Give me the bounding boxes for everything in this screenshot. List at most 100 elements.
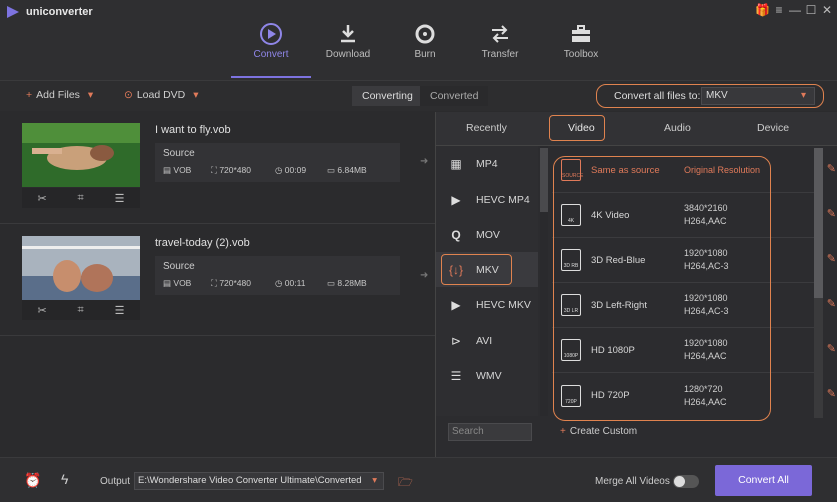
nav-label: Transfer bbox=[481, 49, 519, 60]
minimize-icon[interactable]: — bbox=[788, 3, 802, 17]
arrow-right-icon: ➜ bbox=[420, 156, 429, 167]
maximize-icon[interactable]: ☐ bbox=[804, 3, 818, 17]
panel-tabs: Recently Video Audio Device bbox=[436, 112, 837, 146]
close-icon[interactable]: ✕ bbox=[820, 3, 834, 17]
nav-label: Burn bbox=[414, 49, 436, 60]
transfer-icon bbox=[492, 25, 508, 43]
bottom-bar: ⏰ ϟ Output E:\Wondershare Video Converte… bbox=[0, 457, 837, 502]
film-icon: ▦ bbox=[450, 156, 462, 171]
preset-scrollbar[interactable] bbox=[814, 148, 823, 418]
mkv-highlight bbox=[441, 254, 512, 285]
dvd-icon: ⊙ bbox=[124, 89, 133, 101]
format-hevc-mp4[interactable]: ▶ HEVC MP4 bbox=[436, 182, 538, 217]
edit-icon[interactable]: ✎ bbox=[827, 162, 836, 175]
nav-toolbox[interactable]: Toolbox bbox=[541, 22, 621, 78]
chevron-down-icon: ▾ bbox=[87, 89, 94, 101]
resolution-value: ⛶ 720*480 bbox=[211, 278, 251, 288]
convert-all-label: Convert all files to: bbox=[614, 90, 701, 102]
merge-toggle[interactable] bbox=[673, 475, 699, 488]
menu-icon[interactable]: ≡ bbox=[772, 3, 786, 17]
create-custom-button[interactable]: + Create Custom bbox=[560, 426, 637, 437]
title-bar: uniconverter 🎁 ≡ — ☐ ✕ Convert Download … bbox=[0, 0, 837, 80]
format-hevc-mkv[interactable]: ▶ HEVC MKV bbox=[436, 287, 538, 322]
format-mov[interactable]: Q MOV bbox=[436, 217, 538, 252]
arrow-right-icon: ➜ bbox=[420, 270, 429, 281]
source-label: Source bbox=[163, 148, 195, 159]
nav-convert[interactable]: Convert bbox=[231, 22, 311, 78]
convert-all-button[interactable]: Convert All bbox=[715, 465, 812, 496]
alarm-clock-icon[interactable]: ⏰ bbox=[24, 472, 41, 489]
tab-converting[interactable]: Converting bbox=[352, 86, 423, 106]
format-search-input[interactable]: Search bbox=[448, 423, 532, 441]
tab-recently[interactable]: Recently bbox=[466, 122, 507, 134]
app-name: uniconverter bbox=[26, 6, 93, 18]
plus-icon: + bbox=[560, 426, 566, 437]
toolbox-icon bbox=[572, 25, 590, 42]
file-row[interactable]: ✂ ⌗ ☰ I want to fly.vob Source ▤ VOB ⛶ 720… bbox=[0, 112, 435, 224]
edit-icon[interactable]: ✎ bbox=[827, 342, 836, 355]
nav-label: Download bbox=[325, 49, 371, 60]
lightning-icon[interactable]: ϟ bbox=[61, 471, 68, 487]
nav-burn[interactable]: Burn bbox=[385, 22, 465, 78]
resolution-value: ⛶ 720*480 bbox=[211, 165, 251, 175]
format-wmv[interactable]: ☰ WMV bbox=[436, 358, 538, 393]
source-label: Source bbox=[163, 261, 195, 272]
edit-icon[interactable]: ✎ bbox=[827, 387, 836, 400]
edit-icon[interactable]: ✎ bbox=[827, 207, 836, 220]
output-label: Output bbox=[100, 476, 131, 487]
format-value: ▤ VOB bbox=[163, 165, 192, 175]
tab-audio[interactable]: Audio bbox=[664, 122, 691, 134]
crop-icon[interactable]: ⌗ bbox=[78, 304, 84, 317]
file-row[interactable]: ✂ ⌗ ☰ travel-today (2).vob Source ▤ VOB ⛶ … bbox=[0, 224, 435, 336]
format-list: ▦ MP4 ▶ HEVC MP4 Q MOV {↓} MKV ▶ HEVC MKV ⊳ AV… bbox=[436, 146, 538, 416]
edit-toolbar: ✂ ⌗ ☰ bbox=[22, 188, 140, 208]
quicktime-icon: Q bbox=[451, 227, 461, 242]
video-thumbnail[interactable] bbox=[22, 123, 140, 187]
tab-converted[interactable]: Converted bbox=[420, 86, 489, 106]
file-name: travel-today (2).vob bbox=[155, 237, 250, 249]
source-info: Source ▤ VOB ⛶ 720*480 ◷ 00:09 ▭ 6.84MB bbox=[155, 143, 400, 182]
convert-all-select[interactable]: MKV ▾ bbox=[701, 87, 815, 105]
adjust-icon[interactable]: ☰ bbox=[115, 192, 125, 205]
size-value: ▭ 6.84MB bbox=[327, 165, 367, 175]
nav-label: Convert bbox=[253, 49, 289, 60]
format-mp4[interactable]: ▦ MP4 bbox=[436, 146, 538, 181]
video-thumbnail[interactable] bbox=[22, 236, 140, 300]
convert-icon bbox=[260, 23, 282, 45]
crop-icon[interactable]: ⌗ bbox=[78, 192, 84, 205]
hevc-icon: ▶ bbox=[451, 192, 461, 207]
edit-toolbar: ✂ ⌗ ☰ bbox=[22, 300, 140, 320]
wmv-icon: ☰ bbox=[450, 368, 462, 383]
add-files-button[interactable]: + Add Files ▾ bbox=[26, 89, 93, 101]
tab-video[interactable]: Video bbox=[568, 122, 595, 134]
play-circle-icon: ⊳ bbox=[450, 333, 462, 348]
format-panel: Recently Video Audio Device ▦ MP4 ▶ HEVC M… bbox=[435, 112, 837, 457]
source-info: Source ▤ VOB ⛶ 720*480 ◷ 00:11 ▭ 8.28MB bbox=[155, 256, 400, 295]
plus-icon: + bbox=[26, 89, 33, 101]
format-scrollbar[interactable] bbox=[540, 146, 548, 416]
nav-transfer[interactable]: Transfer bbox=[460, 22, 540, 78]
edit-icon[interactable]: ✎ bbox=[827, 252, 836, 265]
duration-value: ◷ 00:09 bbox=[275, 165, 307, 175]
format-value: ▤ VOB bbox=[163, 278, 192, 288]
scissors-icon[interactable]: ✂ bbox=[37, 304, 46, 317]
burn-icon bbox=[415, 24, 435, 44]
nav-label: Toolbox bbox=[563, 49, 599, 60]
load-dvd-button[interactable]: ⊙ Load DVD ▾ bbox=[124, 89, 199, 101]
chevron-down-icon: ▾ bbox=[800, 90, 806, 101]
output-path-select[interactable]: E:\Wondershare Video Converter Ultimate\… bbox=[134, 472, 384, 490]
merge-label: Merge All Videos bbox=[595, 476, 670, 487]
nav-download[interactable]: Download bbox=[308, 22, 388, 78]
edit-icon[interactable]: ✎ bbox=[827, 297, 836, 310]
size-value: ▭ 8.28MB bbox=[327, 278, 367, 288]
chevron-down-icon: ▾ bbox=[193, 89, 199, 101]
format-avi[interactable]: ⊳ AVI bbox=[436, 323, 538, 358]
hevc-icon: ▶ bbox=[451, 297, 461, 312]
preset-highlight bbox=[553, 156, 771, 421]
folder-icon[interactable]: 🗁 bbox=[398, 473, 413, 494]
tab-device[interactable]: Device bbox=[757, 122, 789, 134]
scissors-icon[interactable]: ✂ bbox=[37, 192, 46, 205]
adjust-icon[interactable]: ☰ bbox=[115, 304, 125, 317]
duration-value: ◷ 00:11 bbox=[275, 278, 306, 288]
gift-icon[interactable]: 🎁 bbox=[755, 3, 770, 17]
